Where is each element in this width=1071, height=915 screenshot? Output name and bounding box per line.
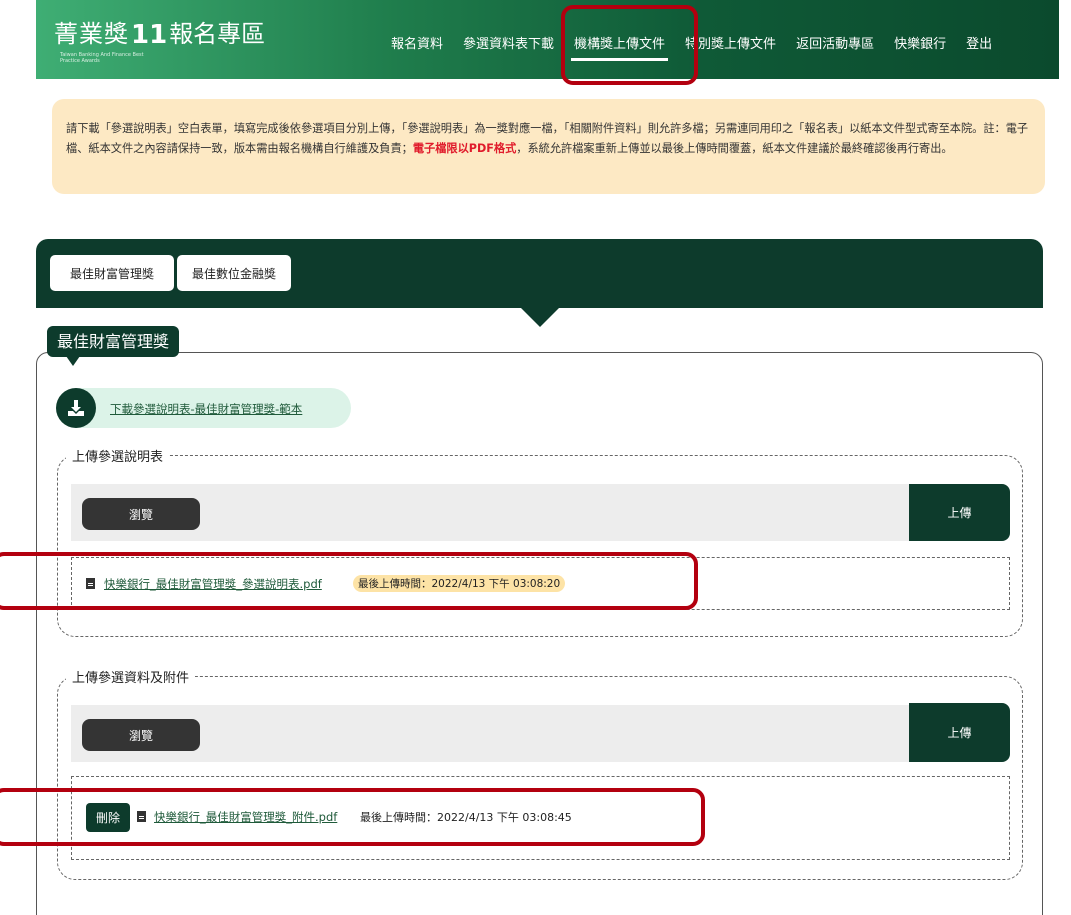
nav-item-special-upload[interactable]: 特別獎上傳文件	[685, 33, 776, 52]
upload-button[interactable]: 上傳	[909, 484, 1010, 541]
highlight-box-file1	[0, 552, 698, 610]
instructions-notice: 請下載「參選說明表」空白表單，填寫完成後依參選項目分別上傳，「參選說明表」為一獎…	[52, 99, 1045, 194]
nav-item-logout[interactable]: 登出	[966, 33, 992, 52]
award-tab-wealth-management[interactable]: 最佳財富管理獎	[50, 255, 174, 291]
nav-item-user-bank[interactable]: 快樂銀行	[894, 33, 946, 52]
site-header: 菁業獎 11 報名專區 Taiwan Banking And Finance B…	[36, 0, 1059, 79]
download-icon[interactable]	[56, 388, 96, 428]
award-selector-bar: 最佳財富管理獎 最佳數位金融獎	[36, 239, 1043, 308]
nav-item-registration[interactable]: 報名資料	[391, 33, 443, 52]
upload-description-legend: 上傳參選說明表	[66, 446, 170, 465]
nav-item-back-to-event[interactable]: 返回活動專區	[796, 33, 874, 52]
notice-pdf-warning: 電子檔限以PDF格式	[412, 142, 517, 155]
logo-number: 11	[131, 20, 168, 50]
logo-text-part1: 菁業獎	[54, 20, 129, 48]
browse-button[interactable]: 瀏覽	[82, 498, 200, 530]
panel-title: 最佳財富管理獎	[47, 326, 180, 357]
award-bar-pointer	[520, 307, 560, 327]
panel-title-pointer	[66, 356, 80, 366]
notice-text-end: ，系統允許檔案重新上傳並以最後上傳時間覆蓋，紙本文件建議於最終確認後再行寄出。	[516, 142, 953, 155]
upload-button[interactable]: 上傳	[909, 703, 1010, 762]
download-template-link[interactable]: 下載參選說明表-最佳財富管理獎-範本	[110, 401, 302, 417]
upload-attachments-legend: 上傳參選資料及附件	[66, 667, 196, 686]
browse-button[interactable]: 瀏覽	[82, 719, 200, 751]
highlight-box-file2	[0, 788, 705, 846]
award-tab-digital-finance[interactable]: 最佳數位金融獎	[177, 255, 291, 291]
nav-item-form-download[interactable]: 參選資料表下載	[463, 33, 554, 52]
nav-highlight-box	[561, 5, 698, 85]
logo-subtitle: Taiwan Banking And Finance Best Practice…	[60, 52, 144, 64]
site-logo[interactable]: 菁業獎 11 報名專區	[54, 14, 265, 49]
logo-text-part2: 報名專區	[169, 20, 266, 48]
main-nav: 報名資料 參選資料表下載 機構獎上傳文件 特別獎上傳文件 返回活動專區 快樂銀行…	[391, 33, 1012, 61]
